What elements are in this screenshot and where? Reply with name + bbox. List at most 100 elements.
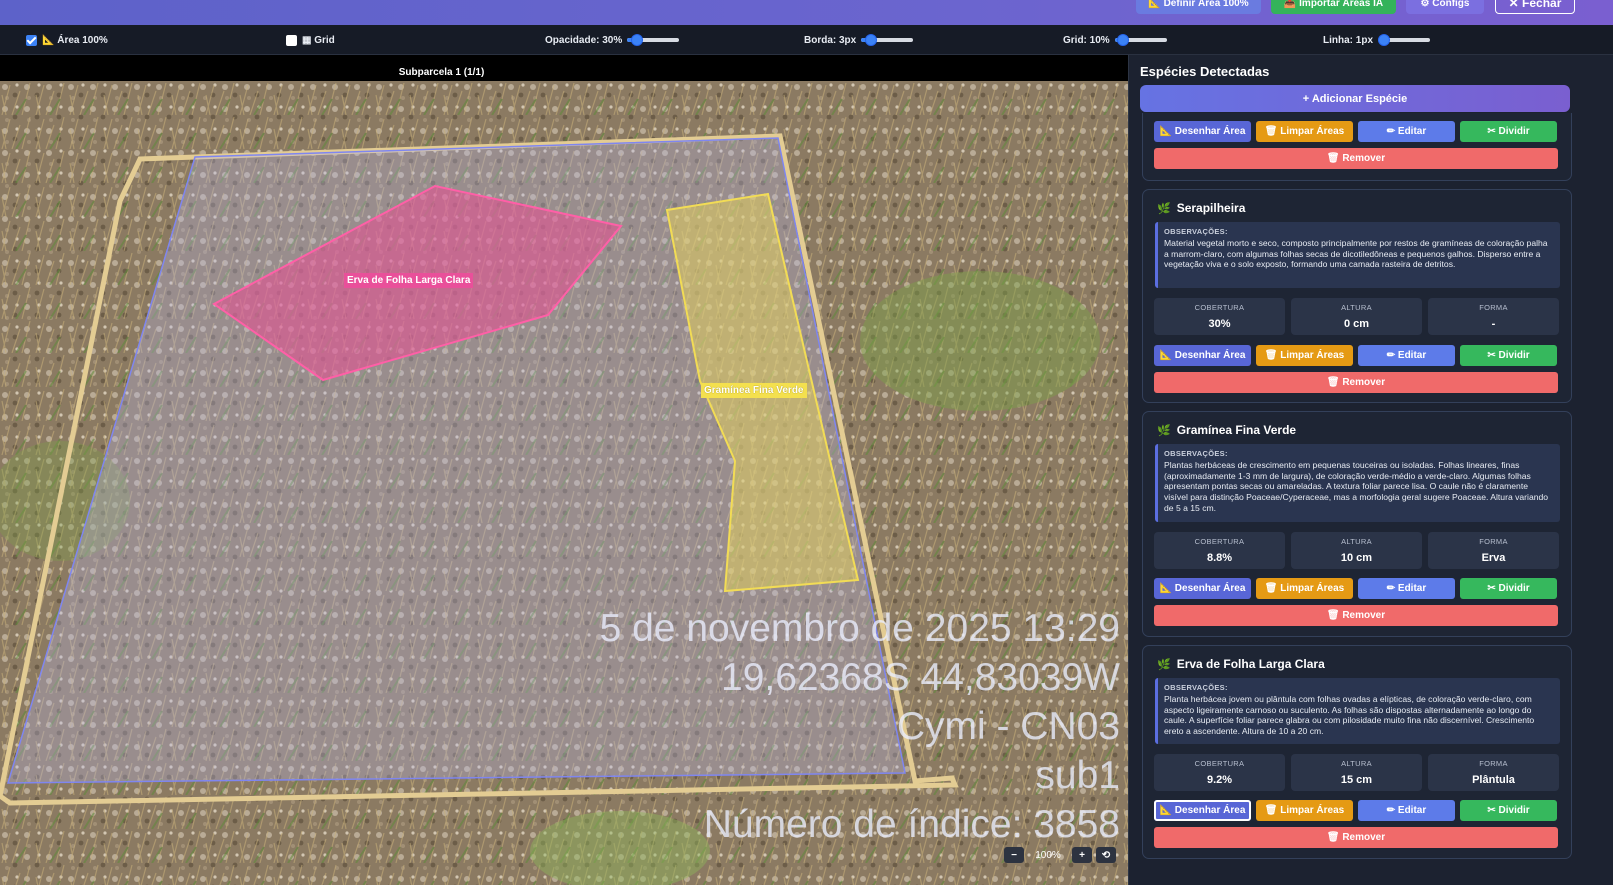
- height-stat: ALTURA 15 cm: [1291, 754, 1422, 791]
- image-viewer: Subparcela 1 (1/1) Erva de Folha Larga C…: [0, 55, 1128, 885]
- form-value: -: [1491, 318, 1496, 330]
- cover-label: COBERTURA: [1194, 759, 1245, 768]
- species-name: Erva de Folha Larga Clara: [1176, 657, 1325, 671]
- area-checkbox[interactable]: [26, 34, 37, 46]
- form-value: Erva: [1481, 552, 1506, 564]
- field-photo[interactable]: [0, 81, 1128, 885]
- observations-box: OBSERVAÇÕES: Planta herbácea jovem ou pl…: [1155, 678, 1560, 744]
- species-card: 🌿 Erva de Folha Larga Clara OBSERVAÇÕES:…: [1142, 645, 1572, 859]
- line-control: Linha: 1px: [1323, 25, 1431, 55]
- species-name: Gramínea Fina Verde: [1176, 423, 1297, 437]
- cover-stat: COBERTURA 30%: [1154, 298, 1285, 335]
- split-button[interactable]: ✂ Dividir: [1460, 345, 1557, 366]
- line-label: Linha: 1px: [1323, 34, 1374, 46]
- form-stat: FORMA Plântula: [1428, 754, 1559, 791]
- edit-button[interactable]: ✏ Editar: [1358, 578, 1455, 599]
- zoom-out-button[interactable]: −: [1004, 847, 1024, 863]
- cover-stat: COBERTURA 9.2%: [1154, 754, 1285, 791]
- remove-button[interactable]: 🗑 Remover: [1154, 827, 1558, 848]
- import-ai-areas-button[interactable]: 📥 Importar Áreas IA: [1271, 0, 1396, 14]
- grid-toggle[interactable]: ▦ Grid: [286, 25, 335, 55]
- height-stat: ALTURA 10 cm: [1291, 532, 1422, 569]
- clear-areas-button[interactable]: 🗑 Limpar Áreas: [1256, 800, 1353, 821]
- define-area-button[interactable]: 📐 Definir Área 100%: [1136, 0, 1261, 14]
- border-control: Borda: 3px: [804, 25, 914, 55]
- species-card: 🌿 Gramínea Fina Verde OBSERVAÇÕES: Plant…: [1142, 411, 1572, 637]
- observations-label: OBSERVAÇÕES:: [1164, 449, 1228, 458]
- cover-value: 30%: [1208, 318, 1231, 330]
- height-value: 0 cm: [1343, 318, 1370, 330]
- zoom-controls: − 100% + ⟲: [1004, 846, 1116, 864]
- clear-areas-button[interactable]: 🗑 Limpar Áreas: [1256, 345, 1353, 366]
- height-stat: ALTURA 0 cm: [1291, 298, 1422, 335]
- form-stat: FORMA -: [1428, 298, 1559, 335]
- cover-label: COBERTURA: [1194, 303, 1245, 312]
- observations-text: Planta herbácea jovem ou plântula com fo…: [1164, 693, 1535, 737]
- zoom-level: 100%: [1035, 849, 1061, 861]
- top-bar: 📐 Definir Área 100% 📥 Importar Áreas IA …: [0, 0, 1613, 25]
- edit-button[interactable]: ✏ Editar: [1358, 345, 1455, 366]
- zoom-in-button[interactable]: +: [1072, 847, 1092, 863]
- grid-size-control: Grid: 10%: [1063, 25, 1167, 55]
- close-button[interactable]: ✕ Fechar: [1495, 0, 1575, 14]
- remove-button[interactable]: 🗑 Remover: [1154, 372, 1558, 393]
- observations-label: OBSERVAÇÕES:: [1164, 683, 1228, 692]
- observations-label: OBSERVAÇÕES:: [1164, 227, 1228, 236]
- observations-text: Plantas herbáceas de crescimento em pequ…: [1164, 459, 1549, 513]
- species-card: 🌿 Serapilheira OBSERVAÇÕES: Material veg…: [1142, 189, 1572, 403]
- observations-text: Material vegetal morto e seco, composto …: [1164, 237, 1548, 270]
- yellow-polygon-label: Gramínea Fina Verde: [701, 383, 807, 398]
- height-label: ALTURA: [1341, 759, 1372, 768]
- height-value: 15 cm: [1340, 774, 1373, 786]
- form-stat: FORMA Erva: [1428, 532, 1559, 569]
- subparcel-title: Subparcela 1 (1/1): [398, 67, 485, 78]
- border-slider[interactable]: [861, 34, 914, 46]
- photo-subplot: sub1: [1035, 754, 1120, 797]
- add-species-button[interactable]: + Adicionar Espécie: [1140, 85, 1570, 112]
- observations-box: OBSERVAÇÕES: Plantas herbáceas de cresci…: [1155, 444, 1560, 522]
- border-label: Borda: 3px: [804, 34, 857, 46]
- opacity-slider[interactable]: [627, 34, 680, 46]
- panel-title: Espécies Detectadas: [1140, 64, 1270, 79]
- edit-button[interactable]: ✏ Editar: [1358, 121, 1455, 142]
- grid-toggle-label: ▦ Grid: [302, 34, 335, 46]
- grid-size-slider[interactable]: [1114, 34, 1167, 46]
- draw-area-button[interactable]: 📐 Desenhar Área: [1154, 121, 1251, 142]
- clear-areas-button[interactable]: 🗑 Limpar Áreas: [1256, 578, 1353, 599]
- area-toggle[interactable]: 📐 Área 100%: [26, 25, 108, 55]
- remove-button[interactable]: 🗑 Remover: [1154, 148, 1558, 169]
- zoom-reset-icon[interactable]: ⟲: [1096, 847, 1116, 863]
- photo-project: Cymi - CN03: [896, 705, 1120, 748]
- opacity-label: Opacidade: 30%: [545, 34, 623, 46]
- clear-areas-button[interactable]: 🗑 Limpar Áreas: [1256, 121, 1353, 142]
- viewer-toolbar: 📐 Área 100% ▦ Grid Opacidade: 30% Borda:…: [0, 25, 1613, 55]
- photo-timestamp: 5 de novembro de 2025 13:29: [599, 607, 1120, 650]
- form-label: FORMA: [1479, 537, 1508, 546]
- split-button[interactable]: ✂ Dividir: [1460, 121, 1557, 142]
- remove-button[interactable]: 🗑 Remover: [1154, 605, 1558, 626]
- cover-value: 8.8%: [1206, 552, 1233, 564]
- configs-button[interactable]: ⚙ Configs: [1406, 0, 1484, 14]
- form-value: Plântula: [1472, 774, 1515, 786]
- cover-label: COBERTURA: [1194, 537, 1245, 546]
- line-slider[interactable]: [1378, 34, 1431, 46]
- edit-button[interactable]: ✏ Editar: [1358, 800, 1455, 821]
- cover-value: 9.2%: [1206, 774, 1233, 786]
- leaf-icon: 🌿: [1157, 202, 1171, 215]
- draw-area-button[interactable]: 📐 Desenhar Área: [1154, 345, 1251, 366]
- split-button[interactable]: ✂ Dividir: [1460, 800, 1557, 821]
- form-label: FORMA: [1479, 303, 1508, 312]
- cover-stat: COBERTURA 8.8%: [1154, 532, 1285, 569]
- height-value: 10 cm: [1340, 552, 1373, 564]
- photo-coordinates: 19,62368S 44,83039W: [721, 656, 1120, 699]
- height-label: ALTURA: [1341, 303, 1372, 312]
- pink-polygon-label: Erva de Folha Larga Clara: [344, 273, 474, 288]
- photo-index: Número de índice: 3858: [703, 803, 1120, 846]
- split-button[interactable]: ✂ Dividir: [1460, 578, 1557, 599]
- height-label: ALTURA: [1341, 537, 1372, 546]
- area-toggle-label: 📐 Área 100%: [42, 34, 108, 46]
- draw-area-button[interactable]: 📐 Desenhar Área: [1154, 800, 1251, 821]
- draw-area-button[interactable]: 📐 Desenhar Área: [1154, 578, 1251, 599]
- grid-checkbox[interactable]: [286, 34, 297, 46]
- species-panel: Espécies Detectadas + Adicionar Espécie …: [1128, 55, 1613, 885]
